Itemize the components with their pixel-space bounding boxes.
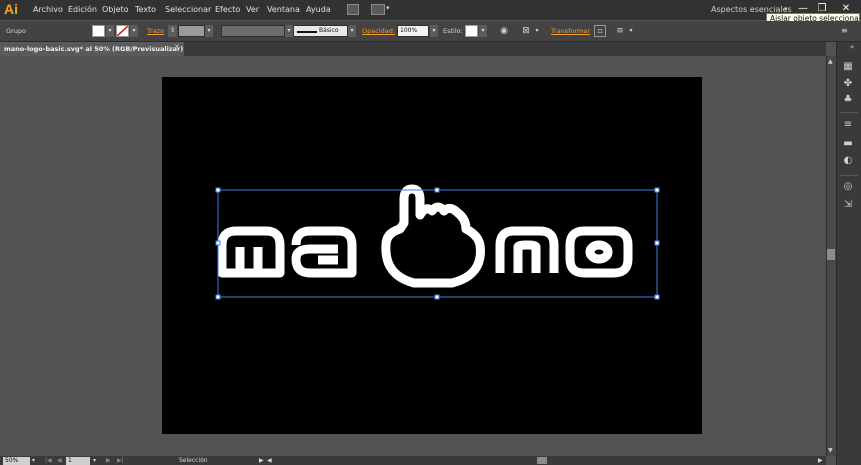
symbols-icon[interactable]: ✤: [842, 78, 854, 90]
handle-bottom-right: [654, 294, 660, 300]
horizontal-scroll-thumb[interactable]: [537, 457, 547, 464]
handle-top-left: [215, 187, 221, 193]
brush-stroke-preview: [297, 31, 317, 33]
dock-separator: [840, 112, 858, 113]
previous-artboard-button[interactable]: ◀: [57, 457, 62, 465]
gradient-icon[interactable]: ▬: [842, 138, 854, 150]
last-artboard-button[interactable]: ▶|: [117, 457, 124, 465]
opacity-label-link[interactable]: Opacidad:: [362, 27, 395, 35]
menu-seleccionar[interactable]: Seleccionar: [165, 5, 211, 14]
scroll-right-arrow[interactable]: ▶: [818, 457, 823, 465]
artboard-number-field[interactable]: 1: [66, 457, 90, 465]
arrange-documents-icon[interactable]: [371, 4, 385, 15]
artboard-dropdown[interactable]: ▾: [93, 457, 96, 465]
document-tab[interactable]: mano-logo-basic.svg* al 50% (RGB/Previsu…: [0, 42, 184, 56]
stroke-panel-icon[interactable]: ≡: [842, 119, 854, 131]
arrange-dropdown-arrow[interactable]: ▾: [386, 4, 390, 12]
stroke-label-link[interactable]: Trazo: [147, 27, 164, 35]
brush-dropdown[interactable]: ▾: [348, 25, 356, 37]
stroke-swatch[interactable]: [116, 25, 129, 37]
variable-width-profile[interactable]: [221, 25, 285, 37]
align-dropdown[interactable]: ▾: [533, 25, 541, 37]
scroll-up-arrow[interactable]: ▲: [828, 58, 833, 65]
menu-texto[interactable]: Texto: [135, 5, 156, 14]
menu-efecto[interactable]: Efecto: [215, 5, 240, 14]
app-logo: Ai: [4, 1, 18, 17]
status-menu-arrow[interactable]: ▶: [259, 457, 264, 465]
handle-bottom-center: [434, 294, 440, 300]
tab-close-icon[interactable]: ✕: [174, 43, 180, 51]
transparency-icon[interactable]: ◐: [842, 155, 854, 167]
menu-objeto[interactable]: Objeto: [102, 5, 129, 14]
workspace-dropdown-arrow[interactable]: ▾: [784, 5, 788, 13]
opacity-field[interactable]: 100%: [397, 25, 429, 37]
menu-ver[interactable]: Ver: [246, 5, 259, 14]
menu-archivo[interactable]: Archivo: [33, 5, 63, 14]
graphic-style-swatch[interactable]: [465, 25, 478, 37]
menu-edicion[interactable]: Edición: [68, 5, 97, 14]
libraries-icon[interactable]: ▦: [842, 61, 854, 73]
scroll-left-arrow[interactable]: ◀: [267, 457, 272, 465]
handle-bottom-left: [215, 294, 221, 300]
dock-separator: [840, 175, 858, 176]
next-artboard-button[interactable]: ▶: [106, 457, 111, 465]
hand-icon: [381, 184, 485, 288]
letter-n: [495, 226, 559, 273]
variable-width-dropdown[interactable]: ▾: [285, 25, 293, 37]
panel-menu-icon[interactable]: ≡: [841, 26, 848, 35]
color-guide-icon[interactable]: ◎: [842, 181, 854, 193]
bridge-icon[interactable]: [347, 4, 359, 15]
menu-ayuda[interactable]: Ayuda: [306, 5, 331, 14]
status-bar: [0, 456, 826, 465]
scroll-down-arrow[interactable]: ▼: [828, 447, 833, 454]
handle-middle-right: [654, 240, 660, 246]
transform-label-link[interactable]: Transformar: [551, 27, 590, 35]
status-text: Selección: [179, 457, 208, 464]
zoom-field[interactable]: 50%: [3, 457, 30, 465]
menu-ventana[interactable]: Ventana: [267, 5, 300, 14]
graphic-style-dropdown[interactable]: ▾: [479, 25, 487, 37]
first-artboard-button[interactable]: |◀: [45, 457, 52, 465]
appearance-icon[interactable]: ♣: [842, 94, 854, 106]
control-panel-options-icon[interactable]: ≡: [614, 25, 626, 37]
brush-definition-field[interactable]: Básico: [293, 25, 348, 37]
recolor-artwork-icon[interactable]: ◉: [498, 25, 510, 37]
stroke-none-icon: [117, 26, 128, 36]
stroke-weight-dropdown[interactable]: ▾: [205, 25, 213, 37]
brush-label: Básico: [319, 27, 339, 34]
stroke-dropdown[interactable]: ▾: [130, 25, 138, 37]
letter-a: [291, 226, 357, 278]
zoom-dropdown[interactable]: ▾: [32, 457, 35, 465]
letter-o-hole: [585, 240, 613, 264]
style-label: Estilo:: [443, 27, 463, 35]
handle-middle-left: [215, 240, 221, 246]
logo-letters: [217, 184, 633, 288]
vertical-scroll-thumb[interactable]: [827, 249, 835, 260]
letter-m: [217, 226, 285, 278]
isolate-selected-object-icon[interactable]: ⌗: [594, 25, 606, 37]
export-icon[interactable]: ⇲: [842, 199, 854, 211]
handle-top-center: [434, 187, 440, 193]
handle-top-right: [654, 187, 660, 193]
align-icon[interactable]: ⊠: [520, 25, 532, 37]
dock-collapse-icon[interactable]: «: [850, 43, 854, 51]
control-panel-dropdown[interactable]: ▾: [627, 25, 635, 37]
fill-dropdown[interactable]: ▾: [106, 25, 114, 37]
stroke-weight-stepper[interactable]: ⇕: [168, 25, 177, 37]
artboard[interactable]: [162, 77, 702, 434]
logo-artwork[interactable]: [162, 77, 702, 434]
opacity-dropdown[interactable]: ▾: [430, 25, 438, 37]
selection-type-label: Grupo: [6, 27, 26, 35]
stroke-weight-field[interactable]: [178, 25, 205, 37]
fill-swatch[interactable]: [92, 25, 105, 37]
